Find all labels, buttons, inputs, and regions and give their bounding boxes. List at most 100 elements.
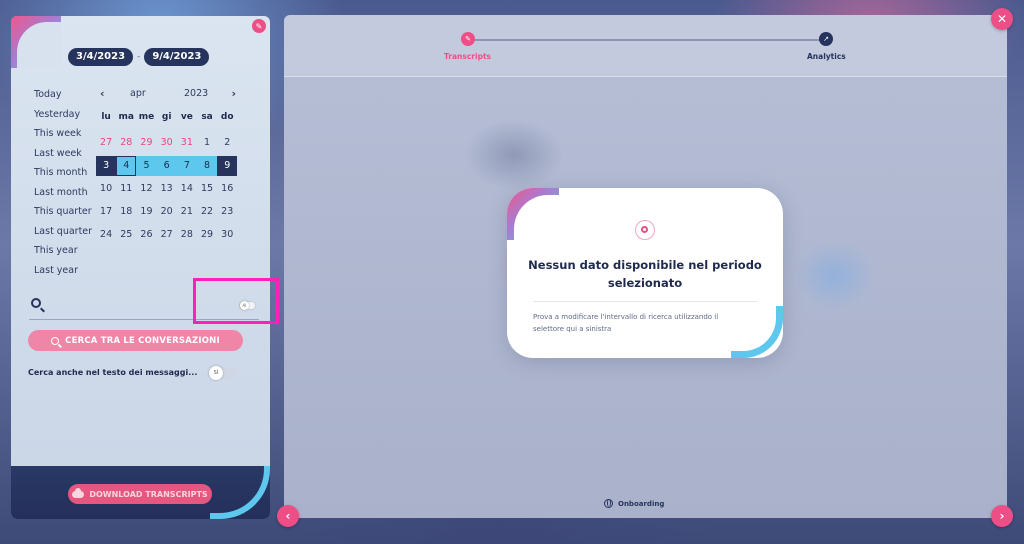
calendar-day[interactable]: 24 — [96, 225, 116, 248]
preset-list: Today Yesterday This week Last week This mon… — [34, 88, 92, 283]
calendar-day[interactable]: 22 — [197, 202, 217, 225]
calendar-header: ‹ apr 2023 › — [98, 87, 238, 102]
search-conversations-label: CERCA TRA LE CONVERSAZIONI — [65, 335, 220, 346]
corner-accent — [11, 16, 61, 68]
corner-accent — [507, 188, 559, 240]
preset-item[interactable]: Today — [34, 88, 92, 108]
calendar-day[interactable]: 18 — [116, 202, 136, 225]
calendar-day[interactable]: 30 — [217, 225, 237, 248]
weekday-label: me — [138, 112, 155, 122]
weekday-label: lu — [101, 112, 111, 122]
preset-item[interactable]: This month — [34, 166, 92, 186]
chevron-right-icon: › — [999, 509, 1005, 523]
calendar-day[interactable]: 13 — [157, 179, 177, 202]
step-analytics-dot[interactable]: ↗ — [819, 32, 833, 46]
trend-icon: ↗ — [823, 35, 829, 43]
calendar-grid: lu ma me gi ve sa do 27 28 29 30 31 1 2 3 4 5 6 7 8 9 10 11 12 1… — [96, 110, 238, 248]
calendar-day[interactable]: 2 — [217, 133, 237, 156]
edit-panel-button[interactable]: ✎ — [252, 19, 266, 33]
toggle-knob: SÌ — [209, 366, 223, 380]
search-conversations-button[interactable]: CERCA TRA LE CONVERSAZIONI — [28, 330, 243, 351]
calendar-day[interactable]: 3 — [96, 156, 117, 176]
search-input[interactable] — [49, 296, 199, 316]
calendar-day[interactable]: 29 — [197, 225, 217, 248]
search-icon — [31, 298, 41, 308]
highlight-annotation — [193, 278, 279, 324]
step-transcripts-dot[interactable]: ✎ — [461, 32, 475, 46]
calendar-day[interactable]: 31 — [177, 133, 197, 156]
preset-item[interactable]: Last quarter — [34, 225, 92, 245]
calendar-day[interactable]: 20 — [157, 202, 177, 225]
calendar-day[interactable]: 1 — [197, 133, 217, 156]
calendar-day[interactable]: 12 — [136, 179, 156, 202]
chevron-left-icon: ‹ — [285, 509, 291, 523]
weekday-label: sa — [201, 112, 213, 122]
calendar-day[interactable]: 27 — [157, 225, 177, 248]
weekday-label: gi — [161, 112, 172, 122]
step-transcripts-label[interactable]: Transcripts — [444, 52, 491, 61]
search-message-text-toggle[interactable]: SÌ — [209, 366, 237, 380]
preset-item[interactable]: This quarter — [34, 205, 92, 225]
calendar-day[interactable]: 21 — [177, 202, 197, 225]
onboarding-link[interactable]: Onboarding — [604, 499, 664, 508]
calendar-day[interactable]: 10 — [96, 179, 116, 202]
preset-item[interactable]: Last year — [34, 264, 92, 284]
preset-item[interactable]: Last week — [34, 147, 92, 167]
calendar-day[interactable]: 23 — [217, 202, 237, 225]
calendar-month[interactable]: apr — [130, 88, 146, 99]
empty-state-card: Nessun dato disponibile nel periodo sele… — [507, 188, 783, 358]
globe-icon — [604, 499, 613, 508]
preset-item[interactable]: Yesterday — [34, 108, 92, 128]
preset-item[interactable]: Last month — [34, 186, 92, 206]
close-button[interactable]: ✕ — [991, 8, 1013, 30]
calendar-day[interactable]: 27 — [96, 133, 116, 156]
calendar-day[interactable]: 26 — [136, 225, 156, 248]
calendar-day[interactable]: 30 — [157, 133, 177, 156]
main-content-panel: ✎ Transcripts ↗ Analytics Nessun dato di… — [284, 15, 1007, 518]
weekday-label: ve — [180, 112, 193, 122]
preset-item[interactable]: This week — [34, 127, 92, 147]
onboarding-label: Onboarding — [618, 499, 665, 508]
pencil-icon: ✎ — [255, 21, 263, 31]
weekday-label: do — [220, 112, 234, 122]
calendar-day[interactable]: 11 — [116, 179, 136, 202]
calendar-day[interactable]: 28 — [116, 133, 136, 156]
start-date-pill[interactable]: 3/4/2023 — [68, 48, 134, 66]
corner-accent — [731, 306, 783, 358]
divider — [533, 301, 757, 302]
calendar-day[interactable]: 28 — [177, 225, 197, 248]
left-panel-footer: DOWNLOAD TRANSCRIPTS — [11, 466, 270, 519]
calendar-day[interactable]: 6 — [156, 156, 177, 176]
date-filter-panel: ✎ 3/4/2023 - 9/4/2023 Today Yesterday This… — [11, 16, 270, 519]
step-analytics-label[interactable]: Analytics — [807, 52, 846, 61]
empty-state-title: Nessun dato disponibile nel periodo sele… — [528, 258, 762, 290]
calendar-day[interactable]: 15 — [197, 179, 217, 202]
close-icon: ✕ — [996, 12, 1008, 26]
next-month-button[interactable]: › — [231, 87, 236, 100]
calendar-day[interactable]: 9 — [217, 156, 238, 176]
calendar-day[interactable]: 4 — [116, 156, 137, 176]
calendar-day[interactable]: 5 — [136, 156, 157, 176]
calendar-day[interactable]: 7 — [176, 156, 197, 176]
download-transcripts-button[interactable]: DOWNLOAD TRANSCRIPTS — [68, 484, 212, 504]
weekday-label: ma — [118, 112, 134, 122]
calendar-day[interactable]: 14 — [177, 179, 197, 202]
preset-item[interactable]: This year — [34, 244, 92, 264]
calendar-day[interactable]: 19 — [136, 202, 156, 225]
pencil-icon: ✎ — [465, 35, 471, 43]
search-icon — [51, 336, 60, 345]
next-button[interactable]: › — [991, 505, 1013, 527]
prev-month-button[interactable]: ‹ — [100, 87, 105, 100]
date-range: 3/4/2023 - 9/4/2023 — [68, 48, 210, 66]
end-date-pill[interactable]: 9/4/2023 — [144, 48, 210, 66]
previous-button[interactable]: ‹ — [277, 505, 299, 527]
calendar-day[interactable]: 25 — [116, 225, 136, 248]
calendar-year[interactable]: 2023 — [184, 88, 208, 99]
calendar-day[interactable]: 17 — [96, 202, 116, 225]
calendar-day[interactable]: 16 — [217, 179, 237, 202]
search-message-text-label: Cerca anche nel testo dei messaggi... — [28, 368, 198, 377]
calendar-day[interactable]: 29 — [136, 133, 156, 156]
date-separator: - — [137, 52, 141, 62]
calendar-day[interactable]: 8 — [196, 156, 218, 176]
empty-state-description: Prova a modificare l'intervallo di ricer… — [533, 313, 719, 333]
